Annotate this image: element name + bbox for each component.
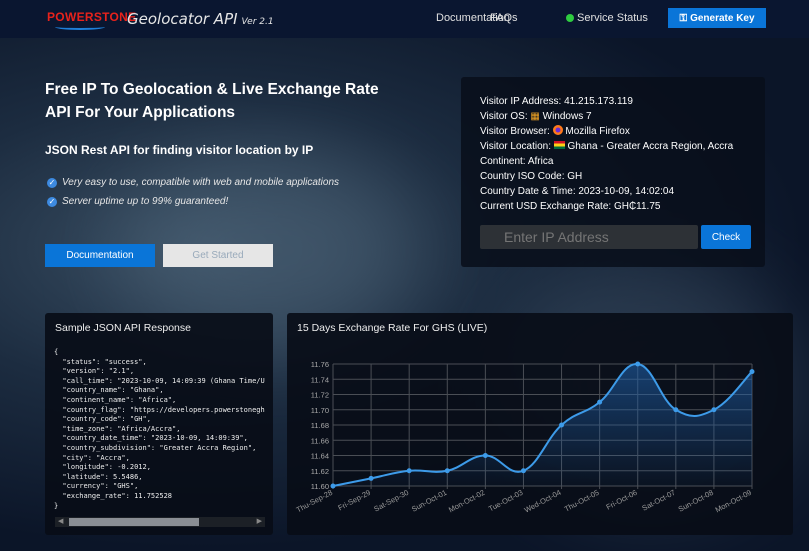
- y-tick-label: 11.64: [311, 452, 329, 461]
- data-point: [520, 468, 526, 474]
- status-dot-icon: [566, 14, 574, 22]
- app-version: Ver 2.1: [241, 17, 274, 27]
- check-circle-icon: ✓: [47, 177, 57, 188]
- generate-key-button[interactable]: ⚿ Generate Key: [668, 8, 766, 28]
- app-title: Geolocator API Ver 2.1: [127, 10, 274, 28]
- feature-text: Server uptime up to 99% guaranteed!: [62, 196, 229, 207]
- x-tick-label: Sun-Oct-08: [677, 488, 715, 514]
- x-tick-label: Wed-Oct-04: [523, 488, 563, 515]
- x-tick-label: Mon-Oct-09: [714, 488, 753, 515]
- data-point: [330, 483, 336, 489]
- y-tick-label: 11.76: [311, 360, 329, 369]
- y-tick-label: 11.62: [311, 467, 329, 476]
- feature-item: ✓ Server uptime up to 99% guaranteed!: [47, 196, 228, 207]
- y-tick-label: 11.72: [311, 391, 329, 400]
- y-tick-label: 11.74: [311, 375, 329, 384]
- y-tick-label: 11.68: [311, 421, 329, 430]
- scrollbar-thumb[interactable]: [69, 518, 199, 526]
- x-tick-label: Fri-Sep-29: [337, 488, 373, 513]
- y-tick-label: 11.66: [311, 436, 329, 445]
- visitor-browser: Visitor Browser: Mozilla Firefox: [480, 124, 765, 139]
- hero-subtitle: JSON Rest API for finding visitor locati…: [45, 143, 314, 157]
- country-datetime: Country Date & Time: 2023-10-09, 14:02:0…: [480, 186, 675, 197]
- ghana-flag-icon: [553, 141, 565, 149]
- x-tick-label: Sat-Sep-30: [372, 488, 410, 514]
- documentation-button[interactable]: Documentation: [45, 244, 155, 267]
- top-navbar: POWERSTONE Geolocator API Ver 2.1 Documen…: [0, 0, 809, 38]
- app-name: Geolocator API: [127, 10, 238, 28]
- windows-icon: ▦: [530, 111, 540, 122]
- scroll-right-icon[interactable]: ▶: [257, 517, 262, 527]
- json-code: { "status": "success", "version": "2.1",…: [54, 348, 265, 510]
- data-point: [559, 422, 565, 428]
- data-point: [368, 475, 374, 481]
- scroll-left-icon[interactable]: ◀: [58, 517, 63, 527]
- data-point: [406, 468, 412, 474]
- check-button[interactable]: Check: [701, 225, 751, 249]
- visitor-info-panel: Visitor IP Address: 41.215.173.119 Visit…: [461, 77, 765, 267]
- nav-service-status[interactable]: Service Status: [566, 12, 648, 24]
- browser-value: Mozilla Firefox: [565, 126, 630, 137]
- data-point: [711, 407, 717, 413]
- x-tick-label: Thu-Sep-28: [295, 488, 334, 515]
- hero-title: Free IP To Geolocation & Live Exchange R…: [45, 81, 379, 121]
- os-value: Windows 7: [542, 111, 592, 122]
- horizontal-scrollbar[interactable]: ◀ ▶: [55, 517, 265, 527]
- x-tick-label: Mon-Oct-02: [447, 488, 486, 515]
- location-label: Visitor Location:: [480, 141, 554, 152]
- generate-key-label: Generate Key: [690, 12, 755, 24]
- exchange-rate: Current USD Exchange Rate: GH₵11.75: [480, 201, 661, 212]
- ip-address-input[interactable]: [480, 225, 698, 249]
- feature-item: ✓ Very easy to use, compatible with web a…: [47, 177, 339, 188]
- x-tick-label: Tue-Oct-03: [487, 488, 524, 514]
- data-point: [635, 361, 641, 367]
- y-tick-label: 11.70: [311, 406, 329, 415]
- logo-swoosh-icon: [55, 24, 105, 30]
- x-tick-label: Fri-Oct-06: [605, 488, 639, 512]
- feature-text: Very easy to use, compatible with web an…: [62, 177, 340, 188]
- visitor-location: Visitor Location: Ghana - Greater Accra …: [480, 139, 765, 154]
- visitor-ip: Visitor IP Address: 41.215.173.119: [480, 96, 633, 107]
- x-tick-label: Sat-Oct-07: [641, 488, 677, 513]
- firefox-icon: [552, 125, 563, 135]
- x-tick-label: Thu-Oct-05: [563, 488, 601, 514]
- data-point: [482, 453, 488, 458]
- key-icon: ⚿: [679, 12, 688, 24]
- data-point: [749, 369, 755, 375]
- x-tick-label: Sun-Oct-01: [410, 488, 448, 514]
- browser-label: Visitor Browser:: [480, 126, 553, 137]
- logo[interactable]: POWERSTONE: [47, 10, 136, 24]
- json-panel-title: Sample JSON API Response: [55, 322, 191, 334]
- data-point: [673, 407, 679, 413]
- data-point: [444, 468, 450, 474]
- country-iso: Country ISO Code: GH: [480, 171, 583, 182]
- json-response-panel: Sample JSON API Response { "status": "su…: [45, 313, 273, 535]
- visitor-os: Visitor OS: ▦ Windows 7: [480, 109, 765, 124]
- exchange-rate-chart-panel: 15 Days Exchange Rate For GHS (LIVE) 11.…: [287, 313, 793, 535]
- location-value: Ghana - Greater Accra Region, Accra: [567, 141, 734, 152]
- data-point: [597, 399, 603, 405]
- get-started-button[interactable]: Get Started: [163, 244, 273, 267]
- continent: Continent: Africa: [480, 156, 554, 167]
- check-circle-icon: ✓: [47, 196, 57, 207]
- service-status-label: Service Status: [577, 12, 648, 24]
- os-label: Visitor OS:: [480, 111, 531, 122]
- exchange-rate-chart: 11.6011.6211.6411.6611.6811.7011.7211.74…: [295, 360, 755, 515]
- nav-faqs[interactable]: FAQs: [490, 12, 518, 24]
